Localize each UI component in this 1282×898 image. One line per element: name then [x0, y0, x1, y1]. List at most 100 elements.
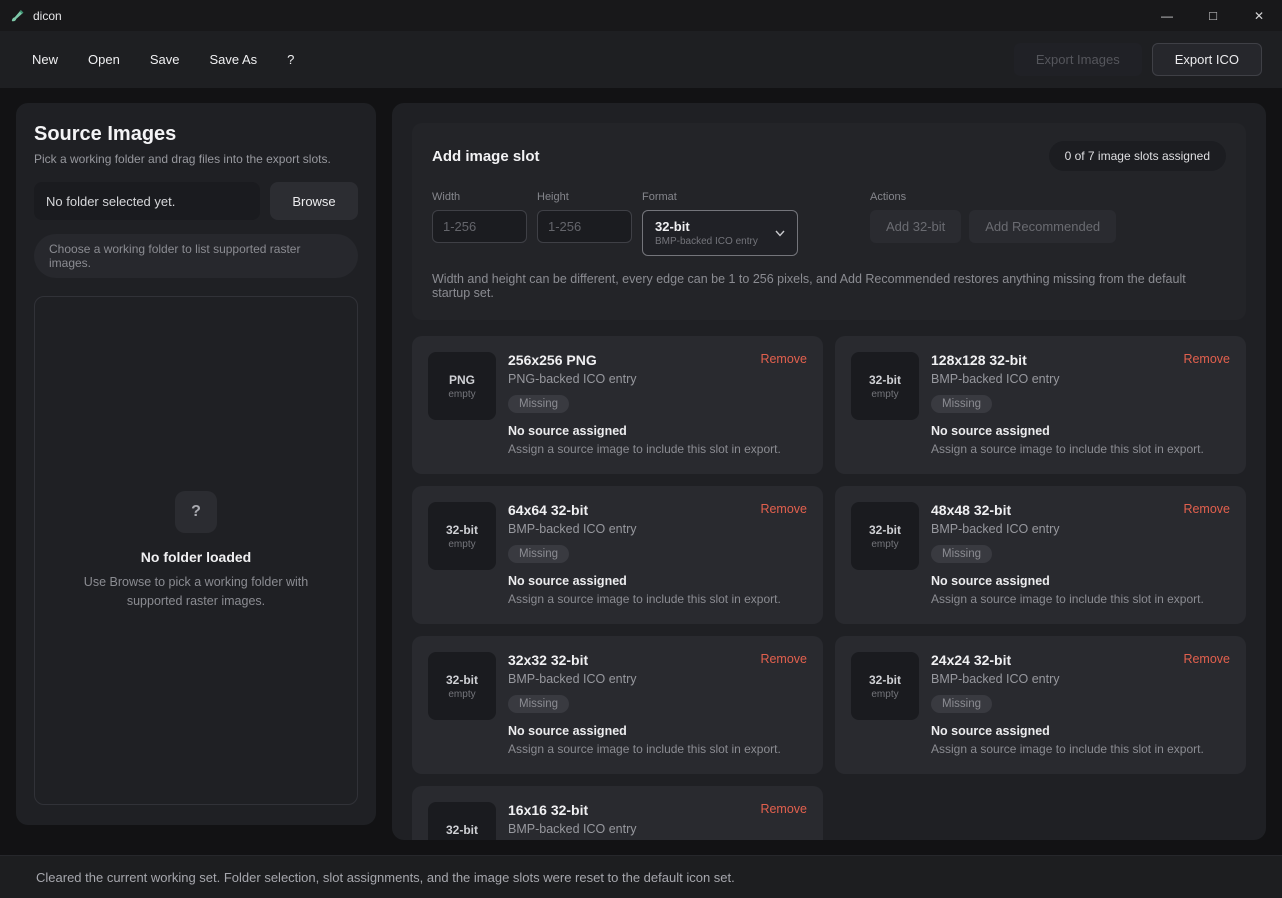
image-slot-card[interactable]: 32-bit empty 16x16 32-bit Remove BMP-bac… — [412, 786, 823, 840]
slot-subtitle: BMP-backed ICO entry — [931, 372, 1060, 386]
image-slot-card[interactable]: 32-bit empty 128x128 32-bit Remove BMP-b… — [835, 336, 1246, 474]
slot-subtitle: BMP-backed ICO entry — [508, 522, 637, 536]
remove-slot-button[interactable]: Remove — [760, 652, 807, 666]
slot-hint-text: Assign a source image to include this sl… — [508, 442, 781, 456]
slot-status-text: No source assigned — [508, 574, 627, 588]
folder-path-field[interactable] — [34, 182, 260, 220]
thumb-empty-label: empty — [448, 839, 475, 841]
image-slot-card[interactable]: 32-bit empty 48x48 32-bit Remove BMP-bac… — [835, 486, 1246, 624]
question-mark-icon: ? — [175, 490, 217, 533]
slot-thumbnail: 32-bit empty — [851, 502, 919, 570]
slot-thumbnail: 32-bit empty — [428, 652, 496, 720]
thumb-format-label: 32-bit — [445, 822, 478, 837]
slot-thumbnail: 32-bit empty — [851, 352, 919, 420]
thumb-format-label: 32-bit — [445, 672, 478, 687]
browse-button[interactable]: Browse — [270, 182, 358, 220]
slot-thumbnail: 32-bit empty — [428, 802, 496, 840]
slot-hint-text: Assign a source image to include this sl… — [508, 592, 781, 606]
thumb-empty-label: empty — [871, 538, 899, 550]
minimize-icon[interactable]: — — [1144, 0, 1190, 31]
image-slot-card[interactable]: 32-bit empty 24x24 32-bit Remove BMP-bac… — [835, 636, 1246, 774]
slot-hint-text: Assign a source image to include this sl… — [931, 742, 1204, 756]
slot-thumbnail: PNG empty — [428, 352, 496, 420]
menu-item-open[interactable]: Open — [88, 52, 120, 67]
image-slot-card[interactable]: 32-bit empty 32x32 32-bit Remove BMP-bac… — [412, 636, 823, 774]
missing-badge: Missing — [931, 395, 992, 413]
export-images-button[interactable]: Export Images — [1013, 43, 1142, 76]
remove-slot-button[interactable]: Remove — [760, 352, 807, 366]
slot-title: 16x16 32-bit — [508, 802, 589, 818]
export-ico-button[interactable]: Export ICO — [1151, 43, 1262, 76]
slot-subtitle: PNG-backed ICO entry — [508, 372, 637, 386]
menu-item-help[interactable]: ? — [287, 52, 294, 67]
slot-title: 128x128 32-bit — [931, 352, 1027, 368]
add-slot-help-text: Width and height can be different, every… — [432, 272, 1186, 300]
image-slot-card[interactable]: 32-bit empty 64x64 32-bit Remove BMP-bac… — [412, 486, 823, 624]
thumb-format-label: PNG — [448, 372, 475, 387]
source-panel-subtitle: Pick a working folder and drag files int… — [34, 152, 331, 166]
slot-subtitle: BMP-backed ICO entry — [508, 672, 637, 686]
slot-thumbnail: 32-bit empty — [428, 502, 496, 570]
remove-slot-button[interactable]: Remove — [1183, 652, 1230, 666]
slot-status-text: No source assigned — [931, 574, 1050, 588]
remove-slot-button[interactable]: Remove — [1183, 352, 1230, 366]
remove-slot-button[interactable]: Remove — [760, 502, 807, 516]
export-slots-panel[interactable]: Add image slot 0 of 7 image slots assign… — [392, 103, 1266, 840]
slot-hint-text: Assign a source image to include this sl… — [931, 592, 1204, 606]
slot-subtitle: BMP-backed ICO entry — [508, 822, 637, 836]
status-message: Cleared the current working set. Folder … — [36, 869, 735, 885]
remove-slot-button[interactable]: Remove — [1183, 502, 1230, 516]
missing-badge: Missing — [508, 395, 569, 413]
slot-subtitle: BMP-backed ICO entry — [931, 522, 1060, 536]
thumb-format-label: 32-bit — [868, 372, 901, 387]
slot-hint-text: Assign a source image to include this sl… — [931, 442, 1204, 456]
slot-title: 32x32 32-bit — [508, 652, 589, 668]
slot-status-text: No source assigned — [931, 724, 1050, 738]
add-recommended-button[interactable]: Add Recommended — [969, 210, 1117, 243]
height-input[interactable] — [537, 210, 632, 243]
empty-state-title: No folder loaded — [140, 548, 252, 565]
format-value: 32-bit — [655, 219, 690, 234]
add-image-slot-card: Add image slot 0 of 7 image slots assign… — [412, 123, 1246, 320]
window-title: dicon — [33, 8, 62, 23]
slot-title: 256x256 PNG — [508, 352, 597, 368]
main-content: Source Images Pick a working folder and … — [0, 88, 1282, 855]
missing-badge: Missing — [931, 545, 992, 563]
remove-slot-button[interactable]: Remove — [760, 802, 807, 816]
menu-item-new[interactable]: New — [32, 52, 58, 67]
image-slot-card[interactable]: PNG empty 256x256 PNG Remove PNG-backed … — [412, 336, 823, 474]
slot-status-text: No source assigned — [508, 424, 627, 438]
slot-status-text: No source assigned — [508, 724, 627, 738]
actions-label: Actions — [870, 191, 907, 203]
slots-assigned-badge: 0 of 7 image slots assigned — [1048, 141, 1226, 171]
add-slot-title: Add image slot — [432, 147, 540, 165]
height-label: Height — [537, 191, 569, 203]
app-brush-icon — [10, 8, 25, 23]
add-32bit-button[interactable]: Add 32-bit — [870, 210, 962, 243]
folder-hint-pill: Choose a working folder to list supporte… — [34, 234, 358, 278]
format-select[interactable]: 32-bit BMP-backed ICO entry — [642, 210, 798, 256]
slot-title: 24x24 32-bit — [931, 652, 1012, 668]
width-label: Width — [432, 191, 461, 203]
menu-item-save[interactable]: Save — [150, 52, 180, 67]
status-bar: Cleared the current working set. Folder … — [0, 855, 1282, 898]
menu-item-save-as[interactable]: Save As — [209, 52, 257, 67]
menu-bar: New Open Save Save As ? Export Images Ex… — [0, 31, 1282, 88]
thumb-empty-label: empty — [448, 388, 476, 400]
thumb-empty-label: empty — [448, 538, 476, 550]
empty-state-text: Use Browse to pick a working folder with… — [83, 574, 309, 608]
thumb-empty-label: empty — [871, 688, 899, 700]
slot-title: 64x64 32-bit — [508, 502, 589, 518]
slot-grid: PNG empty 256x256 PNG Remove PNG-backed … — [412, 336, 1246, 840]
thumb-empty-label: empty — [871, 388, 899, 400]
slot-status-text: No source assigned — [931, 424, 1050, 438]
maximize-icon[interactable]: □ — [1190, 0, 1236, 31]
close-icon[interactable]: ✕ — [1236, 0, 1282, 31]
slot-title: 48x48 32-bit — [931, 502, 1012, 518]
thumb-empty-label: empty — [448, 688, 476, 700]
width-input[interactable] — [432, 210, 527, 243]
slot-hint-text: Assign a source image to include this sl… — [508, 742, 781, 756]
title-bar: dicon — □ ✕ — [0, 0, 1282, 31]
thumb-format-label: 32-bit — [868, 672, 901, 687]
missing-badge: Missing — [508, 695, 569, 713]
